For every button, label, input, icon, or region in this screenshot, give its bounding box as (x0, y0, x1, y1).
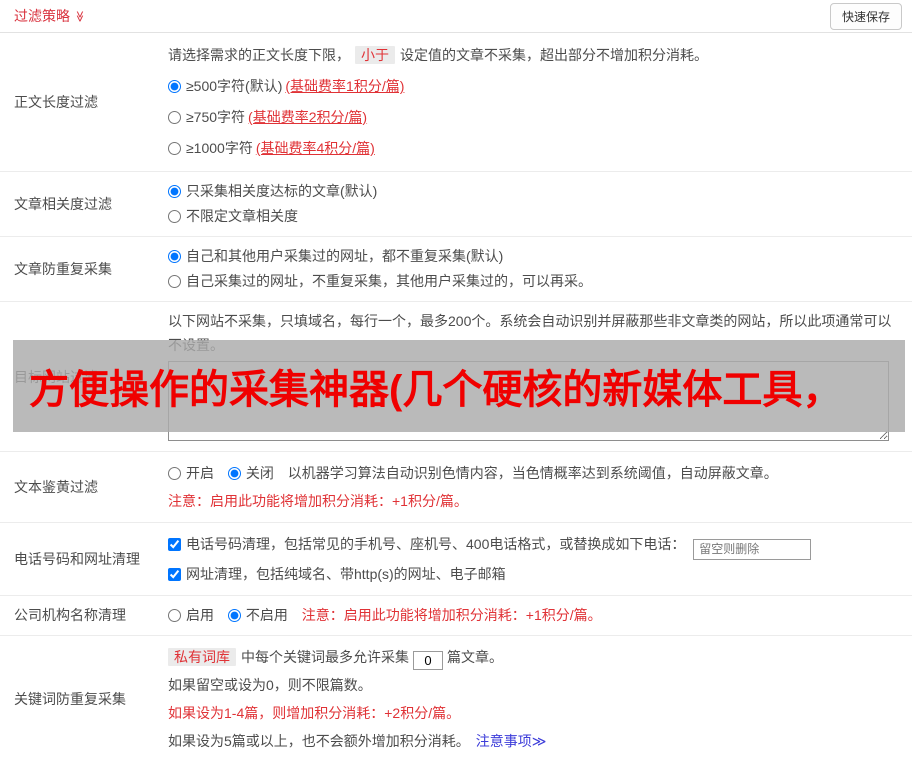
company-clean-note: 注意：启用此功能将增加积分消耗：+1积分/篇。 (301, 606, 602, 623)
length-500-radio[interactable] (168, 80, 181, 93)
phone-clean-checkbox[interactable] (168, 538, 181, 551)
porn-filter-desc: 以机器学习算法自动识别色情内容，当色情概率达到系统阈值，自动屏蔽文章。 (287, 465, 778, 481)
keyword-note-cost: 如果设为1-4篇，则增加积分消耗：+2积分/篇。 (168, 704, 461, 721)
length-option-750[interactable]: ≥750字符 (基础费率2积分/篇) (168, 102, 904, 133)
intro-highlight: 小于 (355, 46, 395, 64)
relevance-any-radio[interactable] (168, 210, 181, 223)
company-clean-options: 启用 不启用 注意：启用此功能将增加积分消耗：+1积分/篇。 (168, 603, 904, 628)
row-porn-filter: 文本鉴黄过滤 开启 关闭 以机器学习算法自动识别色情内容，当色情概率达到系统阈值… (0, 452, 912, 523)
watermark-overlay: 方便操作的采集神器(几个硬核的新媒体工具， (13, 340, 905, 432)
phone-clean-option[interactable]: 电话号码清理，包括常见的手机号、座机号、400电话格式，或替换成如下电话： (168, 536, 689, 552)
dedup-filter-label: 文章防重复采集 (14, 261, 112, 277)
row-keyword-dedup: 关键词防重复采集 私有词库中每个关键词最多允许采集 篇文章。 如果留空或设为0，则… (0, 636, 912, 762)
porn-filter-label: 文本鉴黄过滤 (14, 479, 98, 495)
quick-save-button[interactable]: 快速保存 (829, 2, 902, 30)
porn-filter-note: 注意：启用此功能将增加积分消耗：+1积分/篇。 (168, 493, 468, 509)
company-off-label: 不启用 (245, 606, 288, 623)
porn-filter-options: 开启 关闭 以机器学习算法自动识别色情内容，当色情概率达到系统阈值，自动屏蔽文章… (168, 459, 904, 487)
relevance-strict-label: 只采集相关度达标的文章(默认) (186, 183, 378, 199)
url-clean-checkbox[interactable] (168, 567, 181, 581)
phone-clean-label: 电话号码清理，包括常见的手机号、座机号、400电话格式，或替换成如下电话： (186, 536, 686, 552)
intro-post: 设定值的文章不采集，超出部分不增加积分消耗。 (400, 47, 708, 63)
length-1000-fee: (基础费率4积分/篇) (255, 140, 375, 156)
url-clean-line: 网址清理，包括纯域名、带http(s)的网址、电子邮箱 (168, 560, 904, 588)
porn-on-label: 开启 (186, 465, 214, 481)
length-750-label: ≥750字符 (186, 109, 246, 125)
length-500-label: ≥500字符(默认) (186, 78, 283, 94)
length-filter-label: 正文长度过滤 (14, 94, 98, 110)
private-lexicon-highlight: 私有词库 (168, 647, 236, 666)
url-clean-option[interactable]: 网址清理，包括纯域名、带http(s)的网址、电子邮箱 (168, 566, 506, 582)
row-dedup-filter: 文章防重复采集 自己和其他用户采集过的网址，都不重复采集(默认) 自己采集过的网… (0, 237, 912, 302)
relevance-strict-radio[interactable] (168, 185, 181, 198)
keyword-limit-line: 私有词库中每个关键词最多允许采集 篇文章。 (168, 643, 904, 671)
length-1000-label: ≥1000字符 (186, 140, 253, 156)
row-length-filter: 正文长度过滤 请选择需求的正文长度下限， 小于 设定值的文章不采集，超出部分不增加积… (0, 33, 912, 172)
porn-option-off[interactable]: 关闭 (227, 465, 278, 481)
company-on-radio[interactable] (168, 608, 181, 622)
dedup-self-label: 自己采集过的网址，不重复采集，其他用户采集过的，可以再采。 (186, 273, 592, 289)
phone-clean-line: 电话号码清理，包括常见的手机号、座机号、400电话格式，或替换成如下电话： (168, 530, 904, 560)
intro-pre: 请选择需求的正文长度下限， (168, 47, 350, 63)
watermark-text: 方便操作的采集神器(几个硬核的新媒体工具， (29, 368, 843, 412)
porn-off-radio[interactable] (227, 467, 241, 480)
dedup-option-global[interactable]: 自己和其他用户采集过的网址，都不重复采集(默认) (168, 244, 904, 269)
length-500-fee: (基础费率1积分/篇) (285, 78, 405, 94)
company-option-off[interactable]: 不启用 (227, 606, 292, 623)
url-clean-label: 网址清理，包括纯域名、带http(s)的网址、电子邮箱 (186, 565, 506, 582)
dedup-global-label: 自己和其他用户采集过的网址，都不重复采集(默认) (186, 248, 504, 264)
keyword-note-free: 如果设为5篇或以上，也不会额外增加积分消耗。 (168, 732, 470, 749)
row-phone-url-clean: 电话号码和网址清理 电话号码清理，包括常见的手机号、座机号、400电话格式，或替… (0, 523, 912, 596)
length-option-1000[interactable]: ≥1000字符 (基础费率4积分/篇) (168, 133, 904, 164)
topbar: 过滤策略 ≫ 快速保存 (0, 0, 912, 33)
keyword-dedup-label: 关键词防重复采集 (14, 690, 126, 707)
dedup-self-radio[interactable] (168, 275, 181, 288)
company-on-label: 启用 (186, 606, 214, 623)
length-1000-radio[interactable] (168, 142, 181, 155)
relevance-filter-label: 文章相关度过滤 (14, 196, 112, 212)
porn-option-on[interactable]: 开启 (168, 465, 218, 481)
company-option-on[interactable]: 启用 (168, 607, 218, 623)
relevance-option-any[interactable]: 不限定文章相关度 (168, 204, 904, 229)
length-750-radio[interactable] (168, 111, 181, 124)
page-title-text: 过滤策略 (14, 8, 70, 24)
dedup-option-self[interactable]: 自己采集过的网址，不重复采集，其他用户采集过的，可以再采。 (168, 269, 904, 294)
keyword-note-free-line: 如果设为5篇或以上，也不会额外增加积分消耗。 注意事项≫ (168, 727, 904, 755)
relevance-option-strict[interactable]: 只采集相关度达标的文章(默认) (168, 179, 904, 204)
dedup-global-radio[interactable] (168, 250, 181, 263)
length-filter-intro: 请选择需求的正文长度下限， 小于 设定值的文章不采集，超出部分不增加积分消耗。 (168, 40, 904, 71)
keyword-limit-mid: 中每个关键词最多允许采集 (241, 648, 409, 665)
company-clean-label: 公司机构名称清理 (14, 607, 126, 623)
row-relevance-filter: 文章相关度过滤 只采集相关度达标的文章(默认) 不限定文章相关度 (0, 172, 912, 237)
row-company-clean: 公司机构名称清理 启用 不启用 注意：启用此功能将增加积分消耗：+1积分/篇。 (0, 596, 912, 636)
company-off-radio[interactable] (227, 608, 241, 622)
length-750-fee: (基础费率2积分/篇) (248, 109, 368, 125)
replacement-phone-input[interactable] (693, 538, 812, 560)
notice-link[interactable]: 注意事项≫ (476, 733, 547, 749)
chevron-down-icon: ≫ (73, 10, 86, 22)
keyword-limit-post: 篇文章。 (447, 648, 503, 665)
keyword-note-unlimited: 如果留空或设为0，则不限篇数。 (168, 676, 372, 693)
keyword-limit-input[interactable] (413, 650, 443, 670)
relevance-any-label: 不限定文章相关度 (186, 208, 298, 224)
porn-on-radio[interactable] (168, 467, 181, 480)
length-option-500[interactable]: ≥500字符(默认) (基础费率1积分/篇) (168, 71, 904, 102)
porn-off-label: 关闭 (245, 465, 274, 481)
page-title[interactable]: 过滤策略 ≫ (14, 6, 85, 26)
phone-url-clean-label: 电话号码和网址清理 (14, 550, 140, 567)
